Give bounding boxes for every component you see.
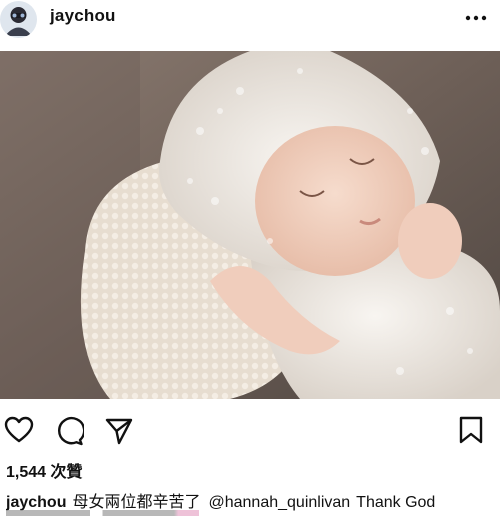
share-icon[interactable] — [104, 416, 134, 451]
caption-username[interactable]: jaychou — [6, 494, 66, 511]
like-count[interactable]: 1,544 次贊 — [6, 458, 83, 482]
post-header: jaychou — [0, 0, 500, 44]
post-photo[interactable] — [0, 51, 500, 399]
baby-photo — [0, 51, 500, 399]
caption-text: 母女兩位都辛苦了 — [72, 494, 201, 511]
bookmark-icon[interactable] — [458, 415, 484, 450]
post-actions — [0, 410, 500, 450]
cut-off-caption-line — [6, 510, 216, 516]
comment-icon[interactable] — [54, 416, 86, 451]
post-caption: jaychou 母女兩位都辛苦了 @hannah_quinlivan Thank Go… — [6, 488, 500, 512]
heart-icon[interactable] — [4, 416, 34, 449]
avatar[interactable] — [0, 1, 37, 38]
caption-text-after: Thank God — [356, 494, 436, 511]
caption-mention[interactable]: @hannah_quinlivan — [208, 494, 350, 511]
username[interactable]: jaychou — [50, 6, 116, 26]
more-options-icon[interactable] — [464, 10, 488, 30]
